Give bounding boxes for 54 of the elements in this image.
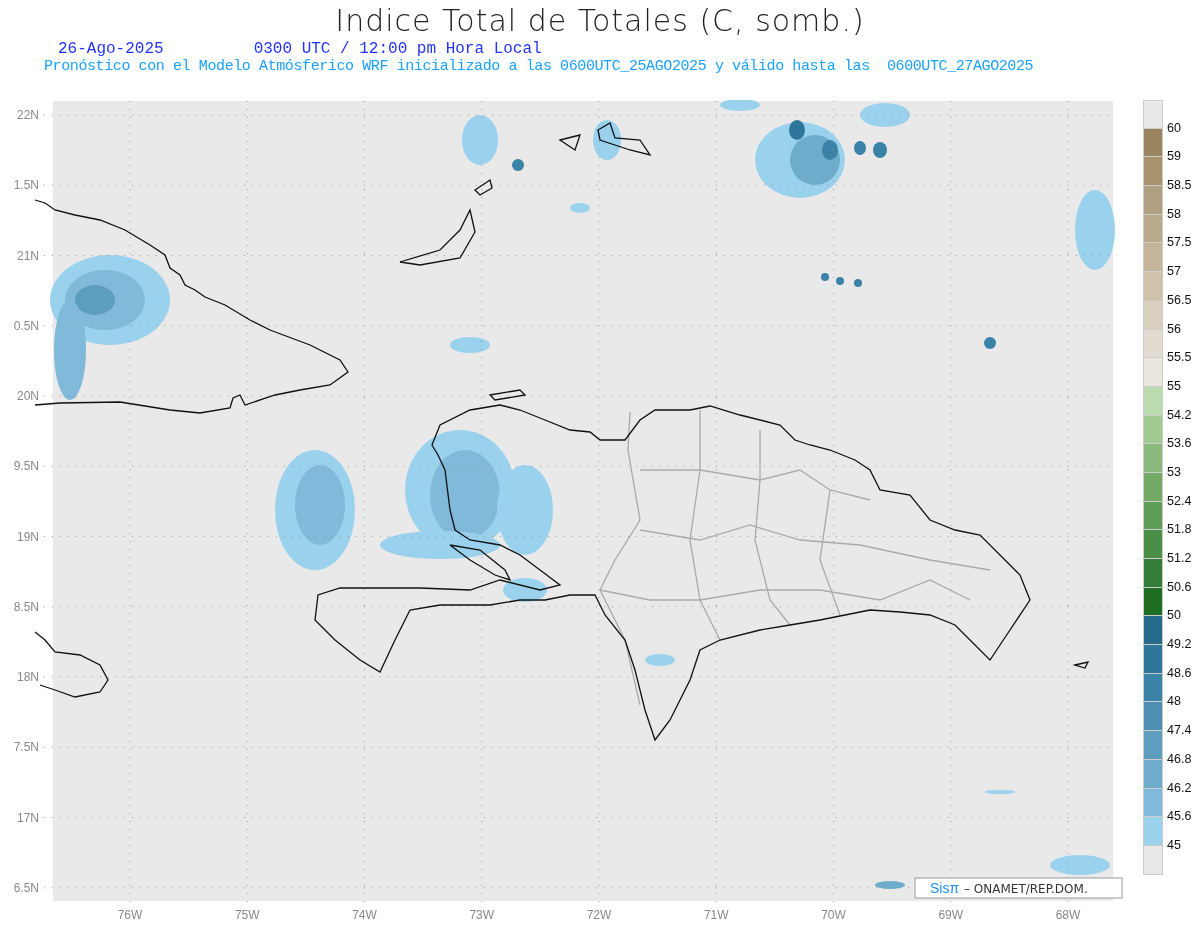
colorbar-label: 46.2 [1167, 780, 1192, 795]
longitude-label: 71W [703, 908, 729, 922]
colorbar-label: 49.2 [1167, 637, 1192, 652]
latitude-label: 19N [17, 529, 39, 544]
colorbar-label: 56.5 [1167, 292, 1192, 307]
date-text: 26-Ago-2025 [58, 40, 164, 58]
longitude-label: 76W [117, 908, 143, 922]
longitude-label: 70W [821, 908, 846, 922]
colorbar-label: 45.6 [1167, 809, 1192, 824]
longitude-label: 75W [234, 908, 260, 922]
latitude-label: 8.5N [13, 599, 39, 614]
colorbar-label: 57.5 [1167, 235, 1192, 250]
colorbar-label: 46.8 [1167, 751, 1192, 766]
colorbar-label: 47.4 [1167, 723, 1192, 738]
colorbar-label: 48.6 [1167, 665, 1192, 680]
longitude-label: 73W [469, 908, 495, 922]
latitude-label: 18N [17, 670, 39, 684]
forecast-note: Pronóstico con el Modelo Atmósferico WRF inicializado a las 0600UTC_25AGO2025 y válido hasta las 0600UTC_27AGO2025 [43, 58, 1035, 75]
latitude-label: 6.5N [13, 880, 39, 895]
chart-title: Indice Total de Totales (C, somb.) [334, 2, 866, 38]
colorbar-label: 56 [1167, 321, 1181, 336]
colorbar-label: 60 [1167, 120, 1181, 135]
credit-text: – ONAMET/REP.DOM. [964, 882, 1088, 896]
colorbar-label: 59 [1167, 149, 1181, 164]
colorbar-label: 51.2 [1167, 551, 1192, 565]
brand-logo-text: Sisπ [930, 880, 960, 896]
colorbar-label: 48 [1167, 694, 1181, 709]
longitude-label: 74W [352, 908, 377, 922]
colorbar-label: 57 [1167, 264, 1181, 279]
colorbar-label: 50.6 [1167, 579, 1192, 594]
latitude-label: 1.5N [13, 178, 39, 193]
colorbar-label: 58 [1167, 206, 1181, 221]
colorbar-label: 45 [1167, 837, 1181, 852]
colorbar-label: 50 [1167, 608, 1181, 623]
longitude-label: 68W [1055, 908, 1081, 922]
longitude-label: 72W [586, 908, 612, 922]
colorbar-label: 51.8 [1167, 522, 1192, 537]
colorbar-label: 52.4 [1167, 493, 1192, 508]
latitude-label: 20N [17, 389, 39, 403]
colorbar-label: 53.6 [1167, 436, 1192, 451]
colorbar-label: 55 [1167, 378, 1181, 393]
time-text: 0300 UTC / 12:00 pm Hora Local [253, 40, 542, 58]
latitude-label: 7.5N [13, 740, 39, 755]
latitude-label: 0.5N [13, 318, 39, 333]
colorbar-label: 58.5 [1167, 178, 1192, 193]
colorbar-label: 53 [1167, 464, 1181, 479]
colorbar-label: 55.5 [1167, 350, 1192, 365]
colorbar-end-swatch [1143, 100, 1163, 129]
latitude-label: 21N [17, 248, 39, 263]
latitude-label: 22N [17, 108, 39, 122]
latitude-label: 17N [17, 810, 39, 825]
colorbar-label: 54.2 [1167, 407, 1192, 422]
longitude-label: 69W [938, 908, 964, 922]
latitude-label: 9.5N [13, 459, 39, 474]
